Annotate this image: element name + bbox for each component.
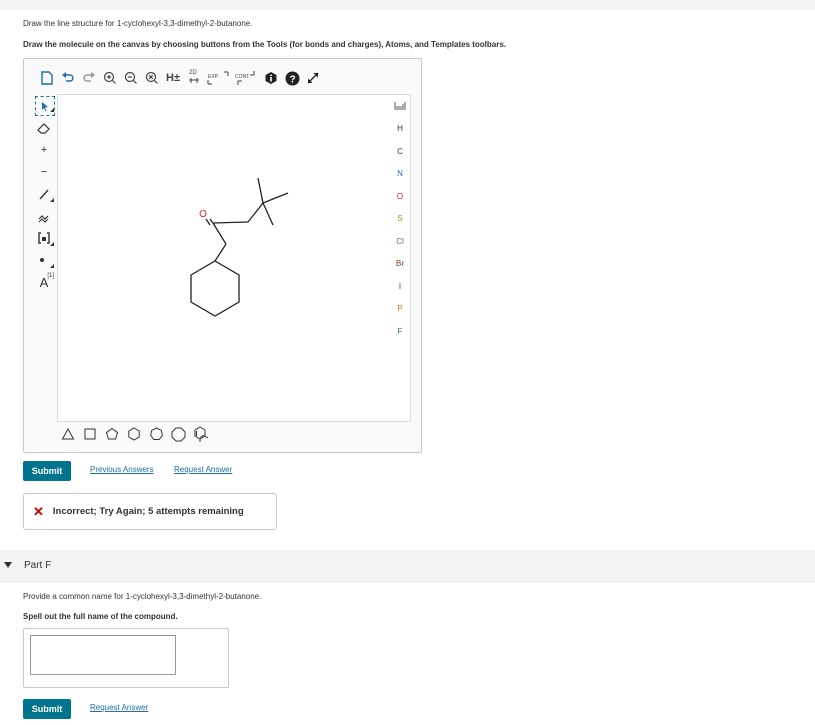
atom-n-button[interactable]: N (386, 163, 414, 186)
templates-toolbar (59, 425, 213, 443)
radical-dot-icon[interactable] (34, 249, 54, 271)
zoom-out-icon[interactable] (123, 70, 139, 86)
template-square[interactable] (81, 425, 99, 443)
template-pentagon[interactable] (103, 425, 121, 443)
part-f-prompt: Provide a common name for 1-cyclohexyl-3… (23, 592, 262, 601)
expand-icon[interactable]: EXP. (207, 70, 229, 86)
answer-input[interactable] (30, 635, 176, 675)
co-bond-1 (209, 218, 214, 224)
atoms-toolbar: H C N O S Cl Br I P F (386, 95, 414, 343)
charge-plus-button[interactable]: + (34, 139, 54, 161)
contract-icon[interactable]: CONT. (234, 70, 258, 86)
template-octagon[interactable] (169, 425, 187, 443)
svg-text:?: ? (289, 74, 295, 85)
drawing-canvas[interactable]: O (57, 94, 411, 422)
methyl-bond-3 (257, 177, 264, 204)
bracket-corner (50, 242, 54, 246)
expand-label: EXP. (208, 74, 219, 80)
single-bond-corner (50, 198, 54, 202)
chain-icon[interactable] (34, 205, 54, 227)
help-icon[interactable]: ? (284, 70, 300, 86)
atom-label-tool[interactable]: A [1] (34, 271, 54, 293)
oxygen-atom-label: O (199, 209, 207, 220)
contract-label: CONT. (235, 74, 250, 80)
part-f-header[interactable] (0, 550, 815, 583)
top-toolbar: H± 2D EXP. CONT. ? (39, 67, 326, 89)
request-answer-link-part-f[interactable]: Request Answer (90, 703, 148, 712)
top-band (0, 0, 815, 10)
template-triangle[interactable] (59, 425, 77, 443)
atom-i-button[interactable]: I (386, 275, 414, 298)
atom-o-button[interactable]: O (386, 185, 414, 208)
c3-c4-bond (247, 202, 264, 223)
template-benzene[interactable] (191, 425, 209, 443)
incorrect-x-icon: ✕ (33, 503, 44, 519)
atom-h-button[interactable]: H (386, 118, 414, 141)
template-heptagon[interactable] (147, 425, 165, 443)
submit-button-part-f[interactable]: Submit (23, 699, 71, 719)
single-bond-icon[interactable] (34, 183, 54, 205)
2d-label: 2D (189, 70, 197, 76)
atom-s-button[interactable]: S (386, 208, 414, 231)
methyl-bond-2 (262, 192, 289, 204)
select-tool-corner (50, 108, 54, 112)
carbonyl-carbon-bond (212, 222, 227, 245)
template-hexagon[interactable] (125, 425, 143, 443)
redo-icon[interactable] (81, 70, 97, 86)
atom-c-button[interactable]: C (386, 140, 414, 163)
feedback-text: Incorrect; Try Again; 5 attempts remaini… (52, 506, 244, 517)
feedback-box: ✕ Incorrect; Try Again; 5 attempts remai… (23, 493, 277, 530)
question-prompt: Draw the line structure for 1-cyclohexyl… (23, 19, 253, 28)
bracket-icon[interactable] (34, 227, 54, 249)
methyl-bond-1 (262, 202, 274, 226)
question-instruction: Draw the molecule on the canvas by choos… (23, 40, 507, 49)
submit-button-part-e[interactable]: Submit (23, 461, 71, 481)
part-f-instruction: Spell out the full name of the compound. (23, 612, 178, 621)
charge-minus-button[interactable]: − (34, 161, 54, 183)
2d-clean-icon[interactable]: 2D (186, 70, 202, 86)
answer-container (23, 628, 229, 688)
info-icon[interactable] (263, 70, 279, 86)
atom-f-button[interactable]: F (386, 320, 414, 343)
new-document-icon[interactable] (39, 70, 55, 86)
ch2-bond (214, 243, 227, 262)
periodic-table-icon[interactable] (386, 95, 414, 118)
undo-icon[interactable] (60, 70, 76, 86)
atom-br-button[interactable]: Br (386, 253, 414, 276)
left-toolbar: + − A [1] (34, 95, 58, 293)
collapse-triangle-icon[interactable] (4, 562, 12, 568)
c2-c3-bond (212, 221, 249, 224)
atom-label-tool-sup: [1] (47, 273, 54, 279)
part-f-label: Part F (24, 560, 52, 571)
eraser-icon[interactable] (34, 117, 54, 139)
drawing-panel: H± 2D EXP. CONT. ? + − A [1] O H C N O S… (23, 58, 422, 453)
atom-cl-button[interactable]: Cl (386, 230, 414, 253)
cyclohexane-ring (190, 260, 240, 317)
clear-icon[interactable] (144, 70, 160, 86)
atom-p-button[interactable]: P (386, 298, 414, 321)
zoom-in-icon[interactable] (102, 70, 118, 86)
request-answer-link-part-e[interactable]: Request Answer (174, 465, 232, 474)
previous-answers-link[interactable]: Previous Answers (90, 465, 154, 474)
select-tool[interactable] (35, 96, 55, 116)
radical-dot-corner (50, 264, 54, 268)
molecule-drawing: O (190, 177, 289, 317)
fullscreen-icon[interactable] (305, 70, 321, 86)
hydrogen-toggle-icon[interactable]: H± (165, 70, 181, 86)
